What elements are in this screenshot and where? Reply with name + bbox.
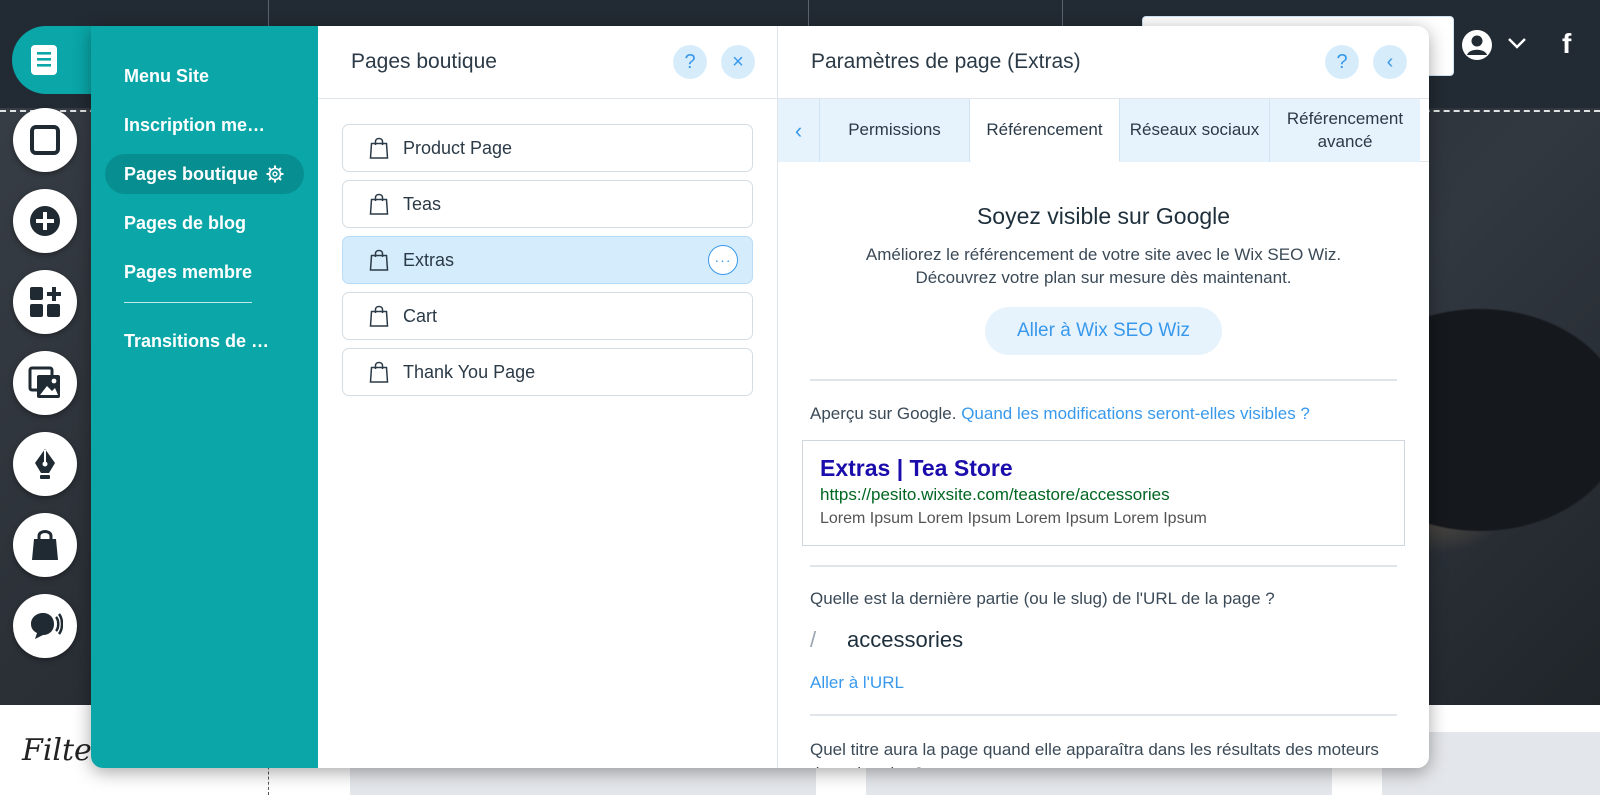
site-section-title: Filte	[22, 733, 92, 768]
tab-reseaux-sociaux[interactable]: Réseaux sociaux	[1120, 99, 1270, 162]
seo-heading: Soyez visible sur Google	[976, 203, 1231, 229]
media-icon	[28, 366, 60, 398]
app-market-button[interactable]	[13, 270, 77, 334]
add-button[interactable]	[13, 189, 77, 253]
pen-icon	[35, 449, 55, 479]
tab-label: Réseaux sociaux	[1129, 120, 1260, 140]
help-button[interactable]: ?	[1325, 45, 1359, 79]
menu-item-inscription-membre[interactable]: Inscription membre	[105, 105, 304, 145]
page-item-label: Teas	[403, 193, 442, 214]
page-item-cart[interactable]: Cart	[342, 292, 753, 340]
page-list: Product Page Teas Extras ··· Cart Thank …	[318, 99, 777, 396]
section-divider	[810, 379, 1397, 381]
chat-button[interactable]	[13, 594, 77, 658]
page-item-thank-you-page[interactable]: Thank You Page	[342, 348, 753, 396]
menu-item-menu-site[interactable]: Menu Site	[105, 56, 304, 96]
menu-item-label: Inscription membre	[124, 114, 280, 135]
slug-field[interactable]: / accessories	[810, 627, 1397, 653]
seo-description-line: Découvrez votre plan sur mesure dès main…	[915, 268, 1292, 287]
slug-prefix: /	[810, 627, 817, 652]
google-preview-url: https://pesito.wixsite.com/teastore/acce…	[820, 485, 1170, 504]
tab-label: Permissions	[848, 120, 941, 140]
more-actions-button[interactable]: ···	[708, 245, 738, 275]
pages-title: Pages boutique	[351, 50, 497, 73]
page-item-teas[interactable]: Teas	[342, 180, 753, 228]
tab-label: Référencement avancé	[1286, 108, 1404, 151]
tab-permissions[interactable]: Permissions	[820, 99, 970, 162]
shopping-bag-icon	[369, 193, 389, 215]
shopping-bag-icon	[369, 305, 389, 327]
google-preview-description: Lorem Ipsum Lorem Ipsum Lorem Ipsum Lore…	[820, 510, 1207, 527]
seo-description-line: Améliorez le référencement de votre site…	[865, 245, 1342, 264]
pages-header: Pages boutique ? ×	[318, 26, 777, 99]
menu-item-pages-boutique[interactable]: Pages boutique	[105, 154, 304, 194]
page-item-label: Extras	[403, 249, 455, 270]
page-item-label: Thank You Page	[403, 361, 536, 382]
pages-panel: Menu Site Inscription membre Pages bouti…	[91, 26, 1429, 768]
shopping-bag-icon	[32, 530, 58, 560]
tab-label: Référencement	[986, 119, 1103, 139]
menu-item-pages-membre[interactable]: Pages membre	[105, 252, 304, 292]
settings-header: Paramètres de page (Extras) ? ‹	[778, 26, 1429, 99]
facebook-icon[interactable]: f	[1562, 28, 1590, 62]
shopping-bag-icon	[369, 137, 389, 159]
menu-item-label: Pages boutique	[124, 163, 259, 184]
gear-icon[interactable]	[266, 165, 284, 183]
store-pages-column: Pages boutique ? × Product Page Teas Ext…	[318, 26, 778, 768]
menu-item-label: Pages de blog	[124, 212, 247, 233]
square-icon	[30, 125, 60, 155]
menu-divider	[124, 302, 252, 303]
user-account-icon[interactable]	[1460, 28, 1494, 62]
page-item-label: Cart	[403, 305, 438, 326]
google-preview-box: Extras | Tea Store https://pesito.wixsit…	[802, 440, 1405, 546]
menu-item-transitions[interactable]: Transitions de Page	[105, 321, 304, 361]
seo-wiz-button[interactable]: Aller à Wix SEO Wiz	[984, 307, 1223, 355]
menu-item-label: Pages membre	[124, 261, 253, 282]
google-preview-title: Extras | Tea Store	[820, 455, 1013, 481]
settings-title: Paramètres de page (Extras)	[811, 50, 1081, 73]
page-item-product-page[interactable]: Product Page	[342, 124, 753, 172]
tab-scroll-left-button[interactable]: ‹	[778, 99, 820, 162]
chevron-left-icon: ‹	[794, 117, 803, 143]
page-item-extras[interactable]: Extras ···	[342, 236, 753, 284]
seo-title-question: Quel titre aura la page quand elle appar…	[810, 740, 1379, 768]
back-button[interactable]: ‹	[1373, 45, 1407, 79]
page-settings-column: Paramètres de page (Extras) ? ‹ ‹ Permis…	[778, 26, 1429, 768]
section-divider	[810, 714, 1397, 716]
google-preview-label: Aperçu sur Google. Quand les modificatio…	[810, 404, 1397, 424]
section-divider	[810, 565, 1397, 567]
visibility-info-link[interactable]: Quand les modifications seront-elles vis…	[961, 404, 1310, 423]
pages-icon	[31, 45, 57, 75]
apps-icon	[30, 287, 61, 317]
blog-button[interactable]	[13, 432, 77, 496]
shopping-bag-icon	[369, 361, 389, 383]
site-guide-line	[1062, 0, 1063, 26]
background-button[interactable]	[13, 108, 77, 172]
chat-icon	[31, 613, 63, 639]
site-menu-list: Menu Site Inscription membre Pages bouti…	[91, 26, 318, 768]
slug-input[interactable]: accessories	[847, 627, 963, 653]
seo-settings: Soyez visible sur Google Améliorez le ré…	[778, 203, 1429, 768]
media-button[interactable]	[13, 351, 77, 415]
store-button[interactable]	[13, 513, 77, 577]
chevron-down-icon[interactable]	[1506, 32, 1528, 54]
site-guide-line	[808, 0, 809, 26]
settings-tabs: ‹ Permissions Référencement Réseaux soci…	[778, 99, 1429, 162]
shopping-bag-icon	[369, 249, 389, 271]
help-button[interactable]: ?	[673, 45, 707, 79]
tab-referencement-avance[interactable]: Référencement avancé	[1270, 99, 1420, 162]
preview-label-text: Aperçu sur Google.	[810, 404, 957, 423]
plus-icon	[30, 206, 60, 236]
menu-item-label: Menu Site	[124, 65, 210, 86]
go-to-url-link[interactable]: Aller à l'URL	[810, 673, 1397, 693]
site-guide-line	[268, 0, 269, 26]
close-button[interactable]: ×	[721, 45, 755, 79]
seo-description: Améliorez le référencement de votre site…	[810, 243, 1397, 289]
menu-item-pages-de-blog[interactable]: Pages de blog	[105, 203, 304, 243]
menu-item-label: Transitions de Page	[124, 330, 280, 351]
page-item-label: Product Page	[403, 137, 513, 158]
tab-referencement[interactable]: Référencement	[970, 99, 1120, 162]
slug-question: Quelle est la dernière partie (ou le slu…	[810, 589, 1275, 608]
